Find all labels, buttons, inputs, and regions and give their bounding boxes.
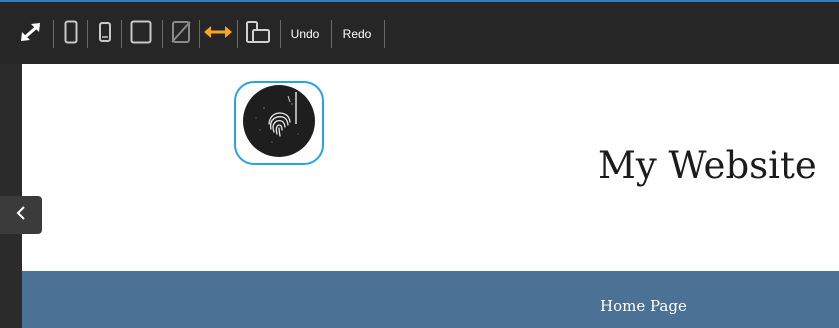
fingerprint-logo — [242, 84, 316, 163]
tablet-button[interactable] — [126, 18, 156, 50]
toolbar-divider — [87, 20, 88, 48]
undo-label: Undo — [290, 27, 320, 41]
responsive-devices-button[interactable] — [243, 18, 273, 50]
toolbar-divider — [331, 20, 332, 48]
fullscreen-button[interactable] — [16, 18, 46, 50]
toolbar-divider — [199, 20, 200, 48]
page-canvas: My Website Home Page — [22, 64, 839, 328]
undo-button[interactable]: Undo — [284, 18, 326, 50]
nav-item-home[interactable]: Home Page — [600, 297, 687, 315]
editor-toolbar: Undo Redo — [0, 0, 839, 64]
phone-small-button[interactable] — [93, 18, 117, 50]
responsive-devices-icon — [245, 20, 271, 49]
chevron-left-icon — [16, 205, 26, 226]
phone-portrait-icon — [64, 20, 78, 49]
toolbar-divider — [280, 20, 281, 48]
toolbar-divider — [237, 20, 238, 48]
no-tablet-button[interactable] — [167, 18, 195, 50]
site-navbar: Home Page — [22, 271, 839, 328]
collapse-panel-button[interactable] — [0, 196, 42, 234]
toolbar-divider — [121, 20, 122, 48]
fit-width-button[interactable] — [202, 18, 234, 50]
redo-button[interactable]: Redo — [336, 18, 378, 50]
site-title[interactable]: My Website — [598, 144, 817, 187]
toolbar-divider — [384, 20, 385, 48]
phone-portrait-button[interactable] — [59, 18, 83, 50]
toolbar-divider — [162, 20, 163, 48]
tablet-icon — [130, 20, 152, 49]
phone-small-icon — [98, 21, 112, 48]
fullscreen-icon — [18, 20, 44, 49]
logo-selection-frame[interactable] — [234, 81, 324, 165]
redo-label: Redo — [342, 27, 372, 41]
fit-width-icon — [203, 24, 233, 45]
no-tablet-icon — [170, 20, 192, 49]
toolbar-divider — [53, 20, 54, 48]
